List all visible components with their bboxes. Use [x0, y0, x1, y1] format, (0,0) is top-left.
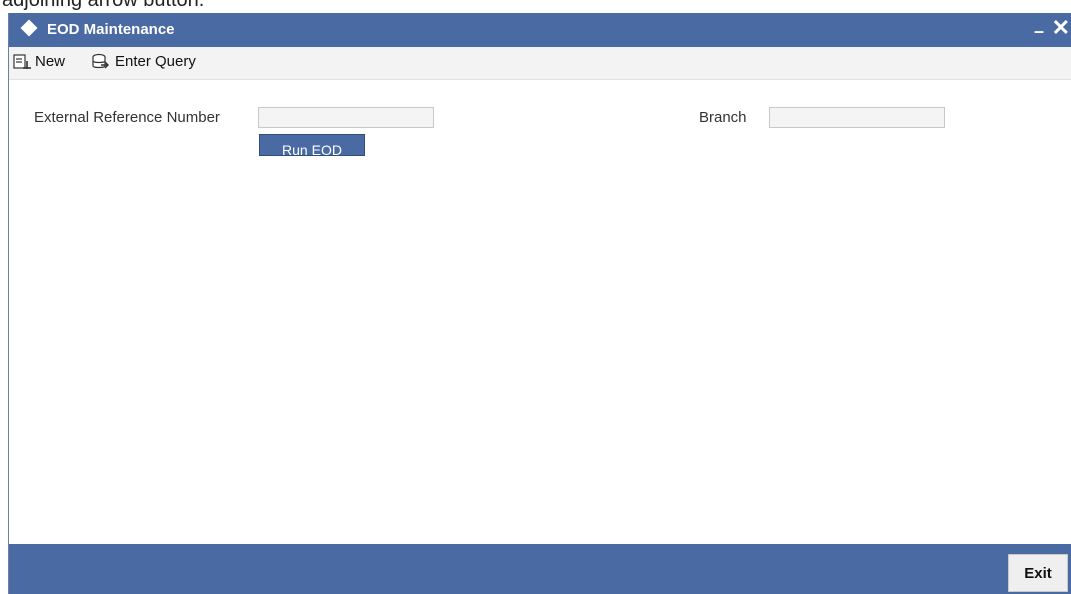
new-button[interactable]: New: [13, 53, 65, 70]
close-button[interactable]: ✕: [1052, 17, 1070, 39]
diamond-icon: [20, 19, 38, 37]
eod-maintenance-window: EOD Maintenance – ✕ New Enter Query Exte…: [8, 13, 1071, 594]
enter-query-button[interactable]: Enter Query: [91, 53, 196, 70]
branch-label: Branch: [699, 109, 747, 126]
enter-query-label: Enter Query: [115, 53, 196, 70]
query-icon: [92, 53, 109, 69]
page-caption-text: adjoining arrow button.: [2, 0, 205, 11]
title-bar: EOD Maintenance – ✕: [9, 13, 1071, 47]
run-eod-button[interactable]: Run EOD: [259, 134, 365, 156]
window-title: EOD Maintenance: [47, 21, 175, 38]
footer-bar: Exit: [9, 544, 1071, 594]
new-record-icon: [13, 53, 31, 69]
page-caption: adjoining arrow button.: [0, 0, 1071, 13]
new-label: New: [35, 53, 66, 70]
external-reference-input[interactable]: [258, 107, 434, 128]
run-eod-label: Run EOD: [282, 142, 342, 156]
toolbar: New Enter Query: [9, 47, 1071, 80]
exit-button[interactable]: Exit: [1008, 554, 1068, 592]
minimize-button[interactable]: –: [1034, 21, 1044, 42]
branch-input[interactable]: [769, 107, 945, 128]
external-reference-label: External Reference Number: [34, 109, 220, 126]
